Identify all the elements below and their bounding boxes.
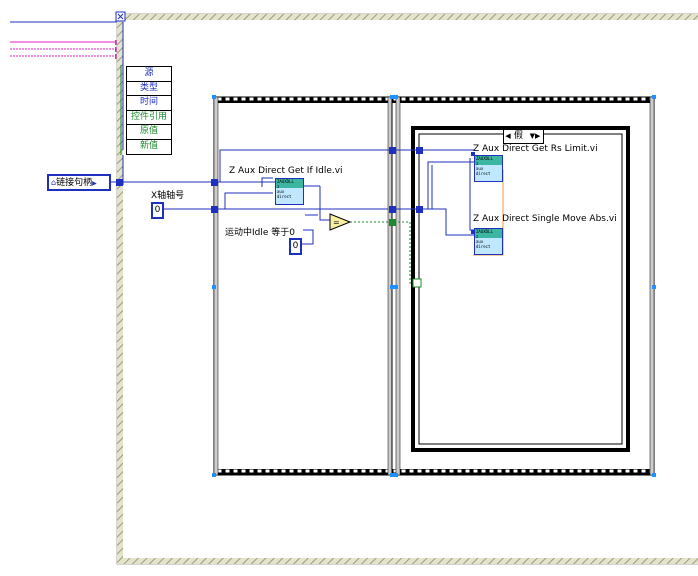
get-rs-limit-vi-icon[interactable]: ZAUXDLL z aux direct	[474, 155, 503, 182]
idle-compare-label: 运动中Idle 等于0	[225, 228, 295, 238]
event-data-node: 源 类型 时间 控件引用 原值 新值	[126, 66, 172, 155]
single-move-vi-icon[interactable]: ZAUXDLL z aux direct	[474, 228, 503, 255]
event-data-type: 类型	[127, 82, 171, 97]
get-idle-vi-label: Z Aux Direct Get If Idle.vi	[229, 166, 343, 176]
case-prev-arrow-icon[interactable]: ◀	[504, 130, 512, 143]
x-axis-label: X轴轴号	[151, 191, 185, 201]
svg-text:=: =	[333, 218, 340, 227]
event-data-source: 源	[127, 67, 171, 82]
case-next-arrow-icon[interactable]: ▼▶	[528, 130, 542, 143]
get-idle-vi-icon[interactable]: ZAUXDLL z aux direct	[275, 178, 304, 205]
x-axis-constant[interactable]: 0	[151, 202, 164, 219]
case-selector[interactable]: ◀ 假 ▼▶	[503, 129, 544, 144]
idle-compare-constant[interactable]: 0	[289, 238, 302, 255]
case-structure[interactable]	[411, 126, 630, 452]
event-data-time: 时间	[127, 96, 171, 111]
block-diagram-canvas: =	[10, 11, 698, 565]
link-handle-label: 链接句柄	[56, 178, 93, 188]
triangle-right-icon: ▶	[92, 180, 97, 187]
single-move-vi-label: Z Aux Direct Single Move Abs.vi	[473, 214, 617, 224]
event-data-ctlref: 控件引用	[127, 111, 171, 126]
event-data-newval: 新值	[139, 140, 158, 151]
link-handle-control[interactable]: ⌂链接句柄▶	[47, 174, 111, 191]
event-data-oldval: 原值	[127, 125, 171, 140]
sequence-frame-1[interactable]	[213, 96, 393, 476]
get-rs-limit-vi-label: Z Aux Direct Get Rs Limit.vi	[473, 144, 598, 154]
case-selector-value: 假	[514, 131, 524, 141]
